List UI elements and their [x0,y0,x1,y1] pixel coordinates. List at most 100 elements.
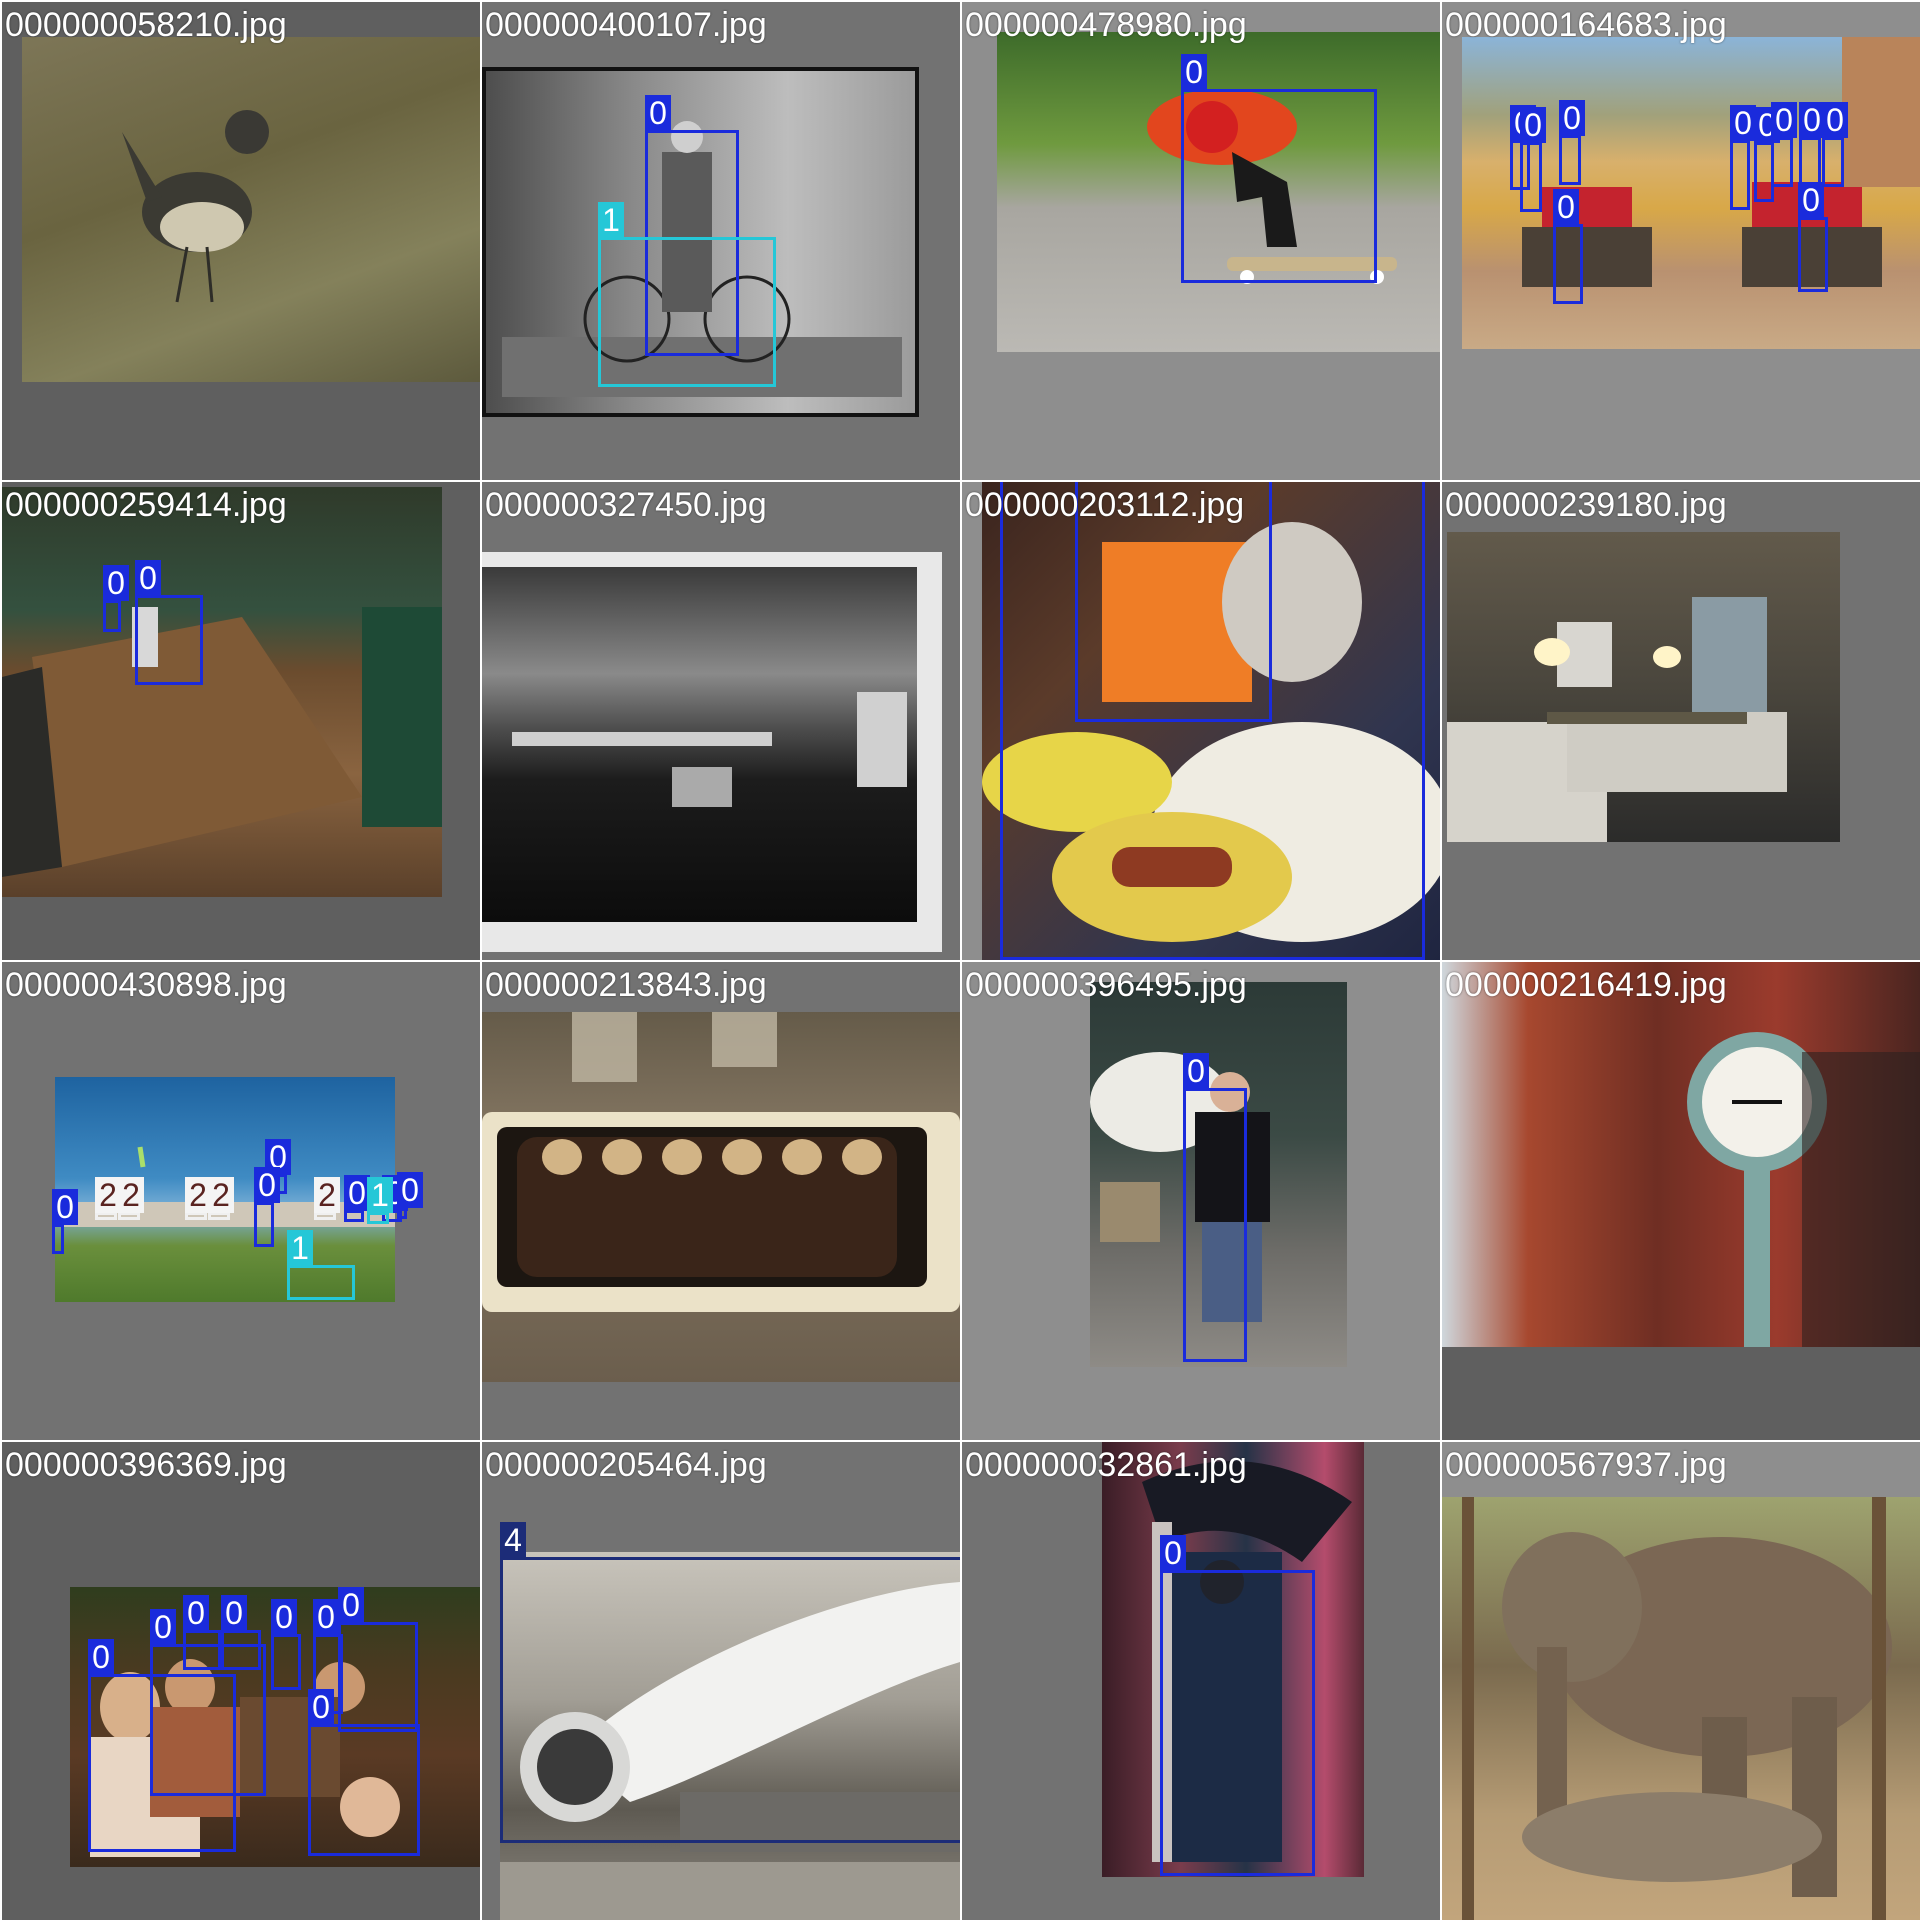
class-label: 0 [221,1595,247,1631]
class-label: 0 [1183,1053,1209,1089]
grid-tile[interactable]: 0 0 0 0 0 0 0 0 000000396369.jpg [2,1442,480,1920]
grid-tile[interactable]: 0 000000396495.jpg [962,962,1440,1440]
class-label: 0 [1798,182,1824,218]
class-label: 2 [314,1177,340,1213]
detection-box[interactable]: 2 [314,1177,340,1220]
detection-box[interactable]: 0 [1822,102,1848,187]
class-label: 0 [183,1595,209,1631]
detection-box[interactable]: 1 [598,202,776,387]
detection-box[interactable]: 0 [103,565,129,632]
detection-box[interactable]: 2 [185,1177,211,1220]
photo-skate-ramp [2,487,442,897]
detection-box[interactable]: 0 [52,1189,78,1254]
photo-hotel-room [1447,532,1840,842]
tile-filename: 000000058210.jpg [5,6,287,44]
class-label: 2 [118,1177,144,1213]
tile-filename: 000000396369.jpg [5,1446,287,1484]
detection-box[interactable]: 0 [1771,102,1797,187]
grid-tile[interactable]: 0 2 2 2 2 0 0 1 2 0 0 1 0 000000430898.j… [2,962,480,1440]
grid-tile[interactable]: 000000327450.jpg [482,482,960,960]
class-label: 0 [1553,189,1579,225]
grid-tile[interactable]: 0 000000478980.jpg [962,2,1440,480]
class-label: 2 [208,1177,234,1213]
detection-box[interactable]: 2 [95,1177,121,1220]
detection-box[interactable]: 0 [1799,102,1825,187]
grid-tile[interactable]: 0 0 0 0 0 0 0 0 0 0 000000164683.jpg [1442,2,1920,480]
grid-tile[interactable]: 0 0 000000259414.jpg [2,482,480,960]
class-label: 0 [1181,54,1207,90]
tile-filename: 000000216419.jpg [1445,966,1727,1004]
tile-filename: 000000032861.jpg [965,1446,1247,1484]
detection-box[interactable]: 0 [1553,189,1583,304]
mosaic-grid: 000000058210.jpg 0 1 000000400107.jpg 0 … [0,0,1920,1920]
detection-box[interactable]: 0 [338,1587,418,1732]
grid-tile[interactable]: 0 1 000000400107.jpg [482,2,960,480]
class-label: 0 [1730,105,1756,141]
tile-filename: 000000400107.jpg [485,6,767,44]
detection-box[interactable]: 2 [208,1177,234,1220]
detection-box[interactable]: 0 [1559,100,1585,185]
grid-tile[interactable]: 4 000000205464.jpg [482,1442,960,1920]
class-label: 0 [1559,100,1585,136]
detection-box[interactable]: 4 [500,1522,960,1843]
class-label: 0 [1771,102,1797,138]
detection-box[interactable]: 0 [344,1175,370,1222]
photo-canal [482,552,942,952]
detection-box[interactable]: 0 [221,1595,261,1670]
tile-filename: 000000205464.jpg [485,1446,767,1484]
grid-tile[interactable]: 000000567937.jpg [1442,1442,1920,1920]
grid-tile[interactable]: 000000058210.jpg [2,2,480,480]
class-label: 0 [135,560,161,596]
class-label: 0 [254,1167,280,1203]
detection-box[interactable]: 0 [183,1595,221,1670]
class-label: 0 [397,1172,423,1208]
detection-box[interactable]: 0 [308,1689,420,1856]
grid-tile[interactable]: 000000216419.jpg [1442,962,1920,1440]
class-label: 0 [271,1599,297,1635]
detection-box[interactable]: 1 [287,1230,355,1300]
detection-box[interactable]: 0 [1798,182,1828,292]
detection-box[interactable]: 2 [118,1177,144,1220]
grid-tile[interactable]: 000000239180.jpg [1442,482,1920,960]
class-label: 0 [313,1599,339,1635]
tile-filename: 000000567937.jpg [1445,1446,1727,1484]
tile-filename: 000000259414.jpg [5,486,287,524]
photo-dessert-tray [482,1012,960,1382]
tile-filename: 000000396495.jpg [965,966,1247,1004]
tile-filename: 000000478980.jpg [965,6,1247,44]
class-label: 0 [103,565,129,601]
detection-box[interactable]: 0 [254,1167,280,1247]
class-label: 0 [150,1609,176,1645]
detection-box[interactable]: 0 [271,1599,301,1690]
class-label: 0 [645,95,671,131]
class-label: 4 [500,1522,526,1558]
class-label: 0 [88,1639,114,1675]
class-label: 0 [308,1689,334,1725]
detection-box[interactable]: 1 [367,1177,393,1224]
detection-box[interactable]: 0 [1181,54,1377,283]
tile-filename: 000000213843.jpg [485,966,767,1004]
tile-filename: 000000164683.jpg [1445,6,1727,44]
detection-box[interactable]: 0 [135,560,203,685]
class-label: 1 [287,1230,313,1266]
detection-box[interactable]: 0 [1520,107,1546,212]
photo-elephants [1442,1497,1920,1920]
grid-tile[interactable]: 0 0 000000203112.jpg [962,482,1440,960]
detection-box[interactable]: 0 [1730,105,1756,210]
class-label: 1 [598,202,624,238]
tile-filename: 000000327450.jpg [485,486,767,524]
class-label: 0 [52,1189,78,1225]
grid-tile[interactable]: 000000213843.jpg [482,962,960,1440]
class-label: 0 [1160,1535,1186,1571]
grid-tile[interactable]: 0 000000032861.jpg [962,1442,1440,1920]
detection-box[interactable]: 0 [397,1172,423,1219]
tile-filename: 000000239180.jpg [1445,486,1727,524]
detection-box[interactable]: 0 [1160,1535,1315,1876]
class-label: 0 [1822,102,1848,138]
detection-box[interactable]: 0 [1183,1053,1247,1362]
tile-filename: 000000203112.jpg [965,486,1245,524]
photo-street-clock [1442,962,1920,1347]
class-label: 1 [367,1177,393,1213]
class-label: 0 [1520,107,1546,143]
class-label: 0 [338,1587,364,1623]
